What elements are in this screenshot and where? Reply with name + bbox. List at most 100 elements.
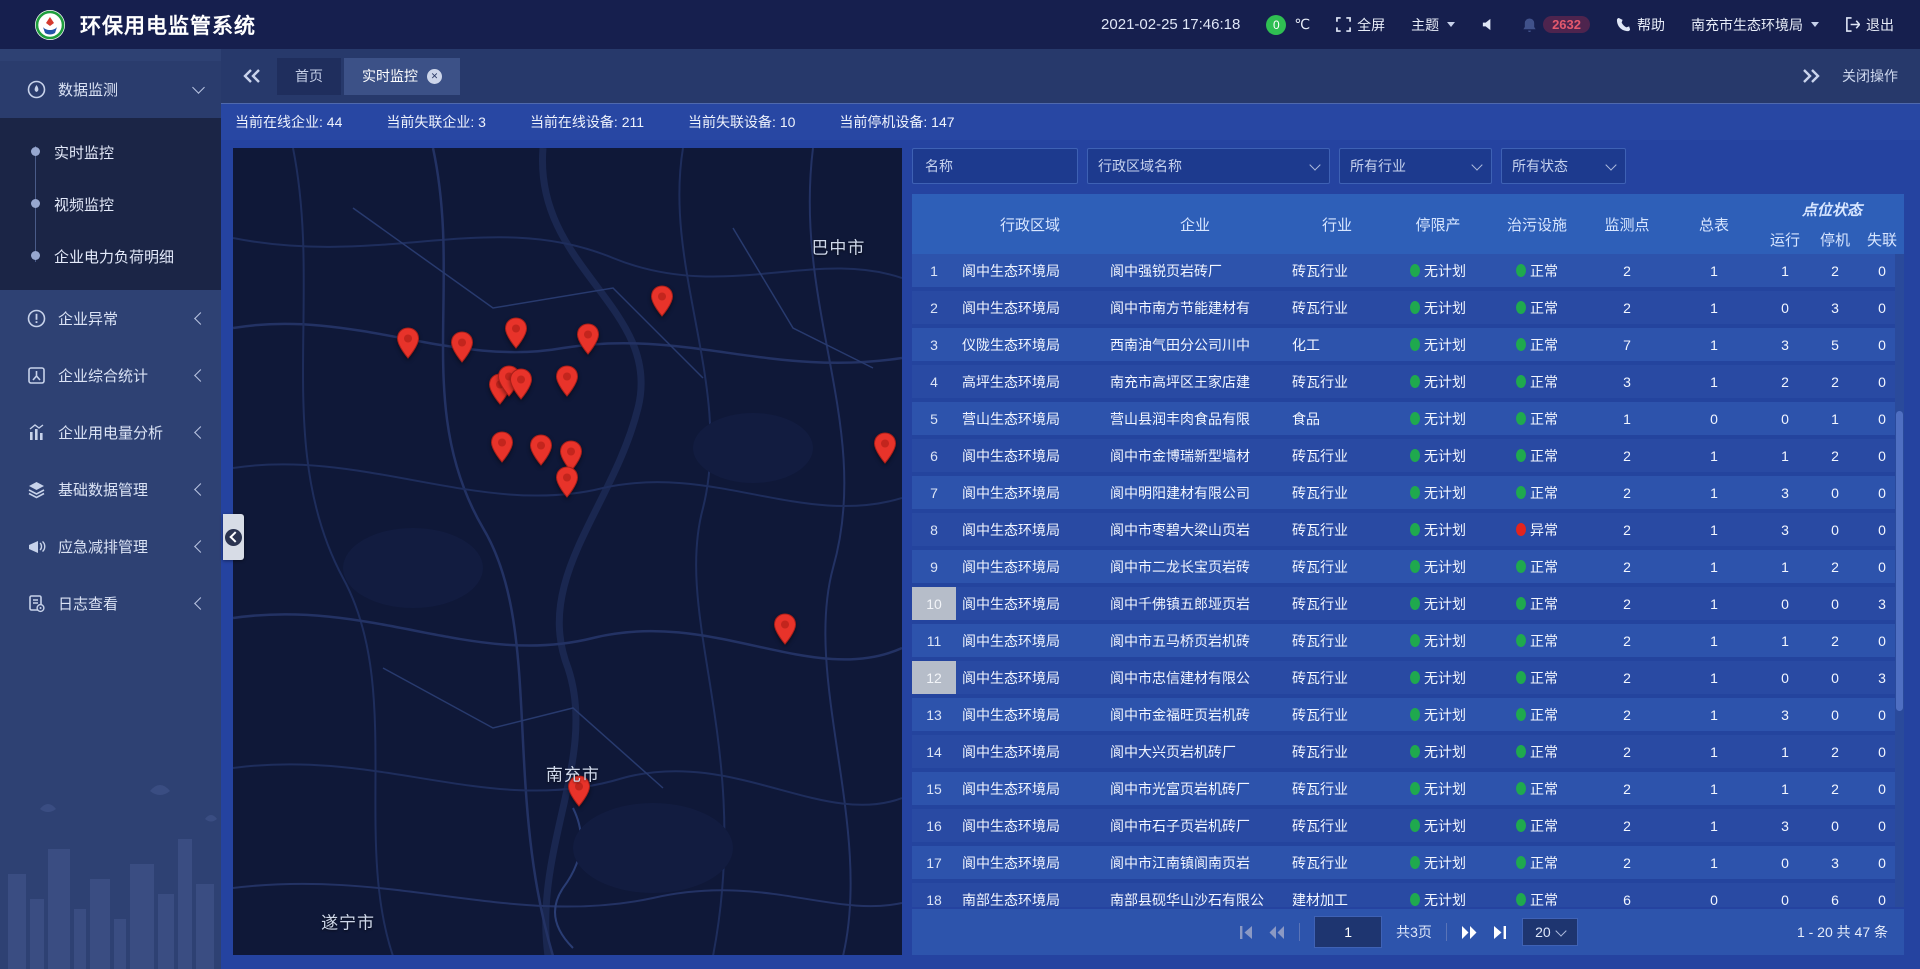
table-row[interactable]: 7 阆中生态环境局 阆中明阳建材有限公司 砖瓦行业 无计划 正常 2 1 3 0… [912, 476, 1904, 513]
panel-collapse-button[interactable] [223, 514, 244, 560]
sidebar-item-base-data[interactable]: 基础数据管理 [0, 461, 221, 518]
table-row[interactable]: 3 仪陇生态环境局 西南油气田分公司川中 化工 无计划 正常 7 1 3 5 0 [912, 328, 1904, 365]
sound-button[interactable] [1481, 17, 1496, 32]
fullscreen-button[interactable]: 全屏 [1336, 15, 1385, 35]
map-pin[interactable] [873, 432, 897, 464]
close-operations-menu[interactable]: 关闭操作 [1842, 66, 1898, 86]
chevron-left-icon [194, 540, 207, 553]
page-size-select[interactable]: 20 [1522, 918, 1578, 946]
app-title: 环保用电监管系统 [80, 10, 256, 40]
cell-monitor-points: 1 [1586, 411, 1668, 427]
tab-close-icon[interactable]: ✕ [427, 69, 442, 84]
table-row[interactable]: 11 阆中生态环境局 阆中市五马桥页岩机砖 砖瓦行业 无计划 正常 2 1 1 … [912, 624, 1904, 661]
map-pin[interactable] [450, 331, 474, 363]
tab-realtime[interactable]: 实时监控 ✕ [344, 58, 460, 95]
cell-monitor-points: 2 [1586, 596, 1668, 612]
fullscreen-icon [1336, 17, 1351, 32]
map-pin[interactable] [650, 285, 674, 317]
table-row[interactable]: 10 阆中生态环境局 阆中千佛镇五郎垭页岩 砖瓦行业 无计划 正常 2 1 0 … [912, 587, 1904, 624]
table-row[interactable]: 18 南部生态环境局 南部县砚华山沙石有限公 建材加工 无计划 正常 6 0 0… [912, 883, 1904, 907]
cell-stopped: 2 [1810, 263, 1860, 279]
map-pin[interactable] [576, 323, 600, 355]
cell-region: 阆中生态环境局 [956, 298, 1104, 318]
industry-filter-select[interactable]: 所有行业 [1339, 148, 1492, 184]
cell-stop-limit: 无计划 [1388, 853, 1488, 873]
status-filter-select[interactable]: 所有状态 [1501, 148, 1626, 184]
sidebar-item-company-stats[interactable]: 企业综合统计 [0, 347, 221, 404]
table-row[interactable]: 8 阆中生态环境局 阆中市枣碧大梁山页岩 砖瓦行业 无计划 异常 2 1 3 0… [912, 513, 1904, 550]
map-pin[interactable] [509, 368, 533, 400]
cell-company: 阆中市金博瑞新型墙材 [1104, 446, 1286, 466]
last-page-button[interactable] [1492, 925, 1508, 940]
cell-total-meter: 1 [1668, 522, 1760, 538]
next-page-button[interactable] [1461, 925, 1478, 940]
cell-pollution-facility: 正常 [1488, 446, 1586, 466]
table-row[interactable]: 9 阆中生态环境局 阆中市二龙长宝页岩砖 砖瓦行业 无计划 正常 2 1 1 2… [912, 550, 1904, 587]
notifications[interactable]: 2632 [1522, 16, 1590, 33]
cell-total-meter: 1 [1668, 781, 1760, 797]
double-chevron-right-icon[interactable] [1802, 69, 1820, 83]
sidebar-item-power-analysis[interactable]: 企业用电量分析 [0, 404, 221, 461]
table-row[interactable]: 17 阆中生态环境局 阆中市江南镇阆南页岩 砖瓦行业 无计划 正常 2 1 0 … [912, 846, 1904, 883]
map-panel[interactable]: 巴中市南充市遂宁市 [233, 148, 902, 955]
status-dot [1516, 449, 1526, 462]
cell-running: 1 [1760, 559, 1810, 575]
theme-menu[interactable]: 主题 [1411, 15, 1455, 35]
map-pin[interactable] [396, 327, 420, 359]
cell-stopped: 0 [1810, 818, 1860, 834]
region-filter-select[interactable]: 行政区域名称 [1087, 148, 1330, 184]
table-row[interactable]: 13 阆中生态环境局 阆中市金福旺页岩机砖 砖瓦行业 无计划 正常 2 1 3 … [912, 698, 1904, 735]
range-info: 1 - 20 共 47 条 [1797, 922, 1888, 942]
table-row[interactable]: 15 阆中生态环境局 阆中市光富页岩机砖厂 砖瓦行业 无计划 正常 2 1 1 … [912, 772, 1904, 809]
map-roads-layer [233, 148, 902, 955]
cell-total-meter: 1 [1668, 485, 1760, 501]
cell-running: 1 [1760, 781, 1810, 797]
sidebar-item-company-abnormal[interactable]: 企业异常 [0, 290, 221, 347]
sidebar-subitem-power-load-detail[interactable]: 企业电力负荷明细 [0, 230, 221, 282]
map-pin[interactable] [529, 434, 553, 466]
status-dot [1516, 375, 1526, 388]
cell-region: 阆中生态环境局 [956, 446, 1104, 466]
table-row[interactable]: 1 阆中生态环境局 阆中强锐页岩砖厂 砖瓦行业 无计划 正常 2 1 1 2 0 [912, 254, 1904, 291]
cell-industry: 砖瓦行业 [1286, 261, 1388, 281]
cell-region: 阆中生态环境局 [956, 779, 1104, 799]
sidebar-item-emergency-reduction[interactable]: 应急减排管理 [0, 518, 221, 575]
table-row[interactable]: 16 阆中生态环境局 阆中市石子页岩机砖厂 砖瓦行业 无计划 正常 2 1 3 … [912, 809, 1904, 846]
table-row[interactable]: 4 高坪生态环境局 南充市高坪区王家店建 砖瓦行业 无计划 正常 3 1 2 2… [912, 365, 1904, 402]
sidebar-subitem-video-monitor[interactable]: 视频监控 [0, 178, 221, 230]
map-pin[interactable] [773, 613, 797, 645]
table-row[interactable]: 6 阆中生态环境局 阆中市金博瑞新型墙材 砖瓦行业 无计划 正常 2 1 1 2… [912, 439, 1904, 476]
sidebar-subitem-realtime-monitor[interactable]: 实时监控 [0, 126, 221, 178]
logout-button[interactable]: 退出 [1845, 15, 1894, 35]
status-dot [1410, 560, 1420, 573]
table-row[interactable]: 2 阆中生态环境局 阆中市南方节能建材有 砖瓦行业 无计划 正常 2 1 0 3… [912, 291, 1904, 328]
cell-total-meter: 1 [1668, 337, 1760, 353]
tabs-scroll-left-button[interactable] [243, 69, 261, 83]
cell-monitor-points: 2 [1586, 633, 1668, 649]
table-row[interactable]: 12 阆中生态环境局 阆中市忠信建材有限公 砖瓦行业 无计划 正常 2 1 0 … [912, 661, 1904, 698]
sub-column-header: 失联 [1860, 224, 1904, 254]
map-pin[interactable] [555, 466, 579, 498]
scrollbar-thumb[interactable] [1896, 411, 1903, 711]
org-menu[interactable]: 南充市生态环境局 [1691, 15, 1819, 35]
table-row[interactable]: 14 阆中生态环境局 阆中大兴页岩机砖厂 砖瓦行业 无计划 正常 2 1 1 2… [912, 735, 1904, 772]
table-scrollbar[interactable] [1895, 254, 1904, 907]
map-pin[interactable] [504, 317, 528, 349]
map-pin[interactable] [555, 365, 579, 397]
first-page-button[interactable] [1238, 925, 1254, 940]
tab-home[interactable]: 首页 [277, 58, 341, 95]
sidebar-item-log-view[interactable]: 日志查看 [0, 575, 221, 632]
cell-industry: 砖瓦行业 [1286, 705, 1388, 725]
column-header: 监测点 [1586, 194, 1668, 254]
prev-page-button[interactable] [1268, 925, 1285, 940]
status-dot [1516, 819, 1526, 832]
page-number-input[interactable] [1314, 916, 1382, 948]
cell-stopped: 2 [1810, 744, 1860, 760]
map-pin[interactable] [490, 431, 514, 463]
help-button[interactable]: 帮助 [1616, 15, 1665, 35]
sidebar-item-data-monitoring[interactable]: 数据监测 [0, 61, 221, 118]
cell-stopped: 2 [1810, 633, 1860, 649]
name-filter-input[interactable] [923, 157, 1067, 175]
status-dot [1410, 893, 1420, 906]
table-row[interactable]: 5 营山生态环境局 营山县润丰肉食品有限 食品 无计划 正常 1 0 0 1 0 [912, 402, 1904, 439]
